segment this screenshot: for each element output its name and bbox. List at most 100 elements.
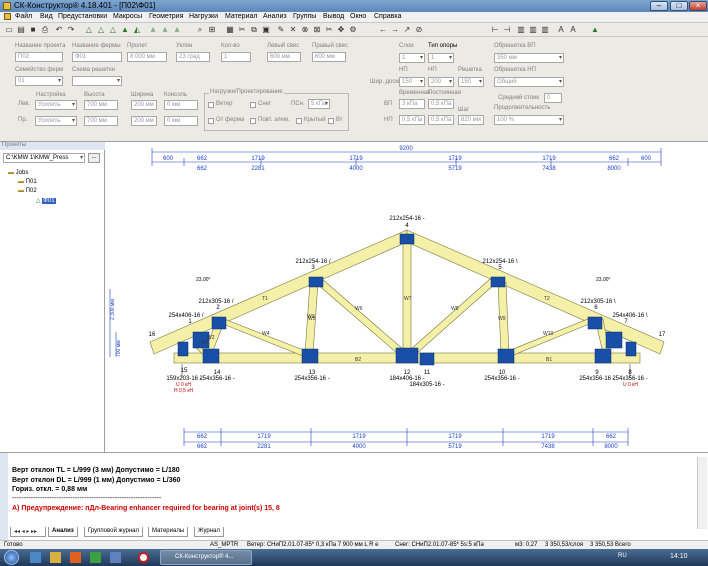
truss-family-select[interactable]: 01: [15, 76, 63, 86]
vt-checkbox[interactable]: [328, 118, 334, 124]
grid-icon[interactable]: ▦: [225, 25, 235, 35]
height-right-field[interactable]: 700 мм: [84, 116, 118, 126]
height-left-field[interactable]: 700 мм: [84, 100, 118, 110]
span-field[interactable]: 8 000 мм: [127, 52, 167, 62]
taskbar-media-icon[interactable]: [70, 552, 81, 563]
taskbar-ie-icon[interactable]: [30, 552, 41, 563]
menu-macros[interactable]: Макросы: [113, 13, 142, 20]
truss-tool-icon-3[interactable]: △: [108, 25, 118, 35]
right-overhang-field[interactable]: 600 мм: [312, 52, 346, 62]
common-vp-select[interactable]: 350 мм: [494, 53, 564, 63]
layout-icon-3[interactable]: ▥: [540, 25, 550, 35]
vp-temp-field[interactable]: 3 кПа: [399, 99, 425, 109]
taskbar-language[interactable]: RU: [618, 553, 627, 559]
plate-10[interactable]: [497, 348, 515, 364]
plate-7[interactable]: [605, 331, 623, 349]
undo-icon[interactable]: ↶: [54, 25, 64, 35]
node-icon[interactable]: ⊗: [300, 25, 310, 35]
paste-icon[interactable]: ▣: [261, 25, 271, 35]
print-icon[interactable]: ⎙: [40, 25, 50, 35]
plate-5[interactable]: [490, 276, 506, 288]
layer-select[interactable]: 1: [399, 53, 425, 63]
psn-select[interactable]: 5 кПа: [308, 99, 330, 109]
output-scrollbar[interactable]: [697, 457, 707, 529]
document-icon[interactable]: [4, 13, 11, 20]
cantilever-left-field[interactable]: 0 мм: [164, 100, 198, 110]
truss-tool-icon-2[interactable]: △: [96, 25, 106, 35]
menu-help[interactable]: Справка: [374, 13, 401, 20]
width-right-field[interactable]: 200 мм: [131, 116, 157, 126]
roofed-checkbox[interactable]: [296, 118, 302, 124]
new-icon[interactable]: ▭: [4, 25, 14, 35]
on-truss-checkbox[interactable]: [208, 118, 214, 124]
maximize-button[interactable]: □: [670, 1, 688, 11]
web-w10[interactable]: [502, 318, 595, 357]
project-path-select[interactable]: C:\KMW 1\KMW_Press: [3, 153, 85, 163]
top-chord-right[interactable]: [406, 229, 665, 355]
truss-drawing-canvas[interactable]: 9200 600 662 1719 1719 1719 1719 662 600…: [106, 142, 708, 452]
menu-groups[interactable]: Группы: [293, 13, 316, 20]
save-icon[interactable]: ■: [28, 25, 38, 35]
edit-icon[interactable]: ✎: [276, 25, 286, 35]
tab-analysis[interactable]: Анализ: [48, 527, 78, 537]
zoom-fit-icon[interactable]: ⊞: [207, 25, 217, 35]
wind-checkbox[interactable]: [208, 102, 214, 108]
plate-9[interactable]: [594, 348, 612, 364]
layout-icon[interactable]: ▥: [516, 25, 526, 35]
arrow-right-icon[interactable]: →: [390, 25, 400, 35]
menu-material[interactable]: Материал: [225, 13, 257, 20]
open-icon[interactable]: ▤: [16, 25, 26, 35]
tree-item-p02[interactable]: ▬ П02: [18, 188, 37, 194]
plate-icon[interactable]: ⊠: [312, 25, 322, 35]
support-type-select[interactable]: 1: [428, 53, 454, 63]
cantilever-right-field[interactable]: 0 мм: [164, 116, 198, 126]
common-np-select[interactable]: Общий: [494, 77, 564, 87]
align-right-icon[interactable]: ⊣: [502, 25, 512, 35]
truss-tool-icon-6[interactable]: ⩓: [148, 25, 158, 35]
redo-icon[interactable]: ↷: [66, 25, 76, 35]
np-perm-field[interactable]: 0,5 кПа: [428, 115, 454, 125]
taskbar-folder-icon[interactable]: [50, 552, 61, 563]
tab-group-journal[interactable]: Групповой журнал: [84, 527, 143, 537]
menu-view[interactable]: Вид: [40, 13, 53, 20]
np-temp-field[interactable]: 0,5 кПа: [399, 115, 425, 125]
truss-tool-icon-8[interactable]: ⩓: [172, 25, 182, 35]
settings-icon[interactable]: ⚙: [348, 25, 358, 35]
close-button[interactable]: ×: [689, 1, 707, 11]
start-button[interactable]: [4, 550, 19, 565]
layout-icon-2[interactable]: ▥: [528, 25, 538, 35]
vp-perm-field[interactable]: 0,5 кПа: [428, 99, 454, 109]
plate-8[interactable]: [625, 341, 637, 357]
menu-loads[interactable]: Нагрузки: [189, 13, 218, 20]
snow-checkbox[interactable]: [250, 102, 256, 108]
left-overhang-field[interactable]: 600 мм: [267, 52, 301, 62]
truss-view-icon[interactable]: ▲: [590, 25, 600, 35]
web-w6[interactable]: [315, 278, 405, 355]
plate-12[interactable]: [395, 347, 419, 364]
top-chord-left[interactable]: [149, 229, 408, 355]
np-select[interactable]: 200: [428, 77, 454, 87]
qty-field[interactable]: 1: [221, 52, 251, 62]
tab-nav-buttons[interactable]: ◂◂ ◂ ▸ ▸▸: [10, 527, 46, 537]
right-setting-select[interactable]: Усилить: [35, 116, 77, 126]
move-icon[interactable]: ✥: [336, 25, 346, 35]
plate-6[interactable]: [587, 316, 603, 330]
copy-icon[interactable]: ⧉: [249, 25, 259, 35]
tree-item-f01[interactable]: △ Ф01: [36, 197, 56, 204]
menu-output[interactable]: Вывод: [323, 13, 344, 20]
zoom-icon[interactable]: ⌕: [195, 25, 205, 35]
menu-analysis[interactable]: Анализ: [263, 13, 287, 20]
truss-tool-icon-4[interactable]: ▲: [120, 25, 130, 35]
truss-tool-icon-5[interactable]: ◭: [132, 25, 142, 35]
text-icon-2[interactable]: A: [568, 25, 578, 35]
width-left-field[interactable]: 200 мм: [131, 100, 157, 110]
taskbar-browser-icon[interactable]: [138, 552, 149, 563]
taskbar-app-icon-2[interactable]: [110, 552, 121, 563]
align-left-icon[interactable]: ⊢: [490, 25, 500, 35]
duration-select[interactable]: 100 %: [494, 115, 564, 125]
arrow-left-icon[interactable]: ←: [378, 25, 388, 35]
board-width-select[interactable]: 150: [399, 77, 425, 87]
repeat-checkbox[interactable]: [250, 118, 256, 124]
plate-3[interactable]: [308, 276, 324, 288]
plate-14[interactable]: [202, 348, 220, 364]
